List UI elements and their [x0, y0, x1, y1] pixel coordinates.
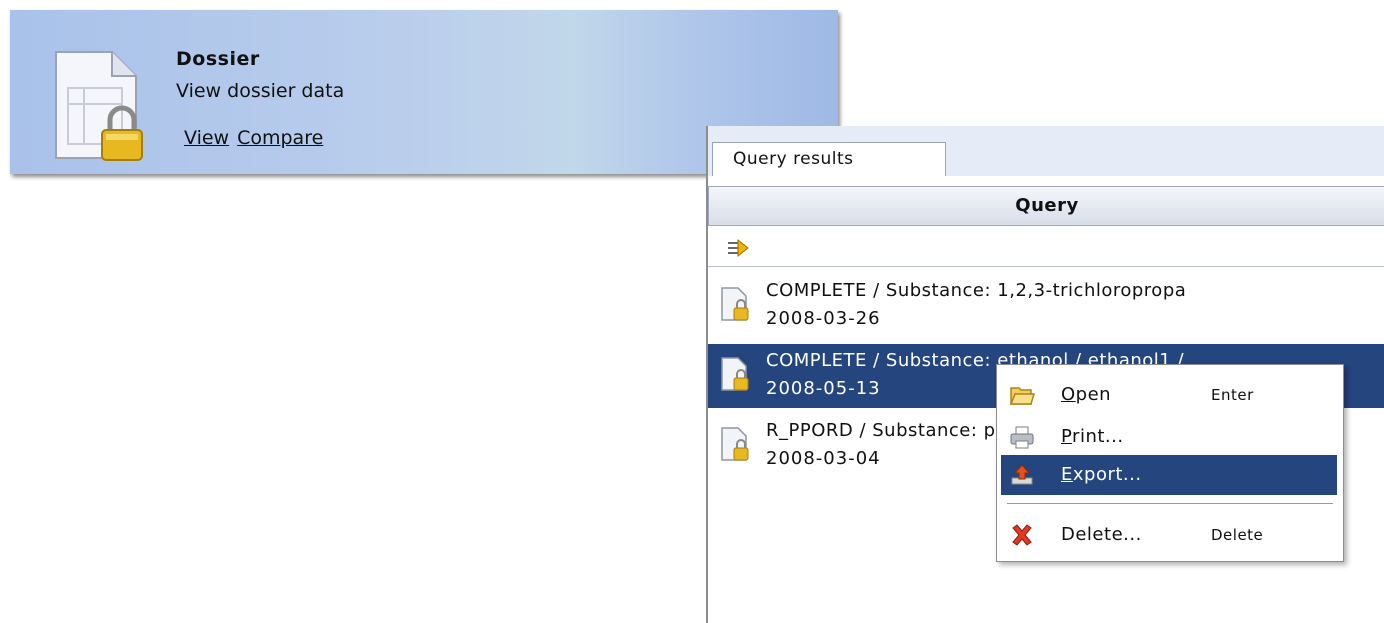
card-subtitle: View dossier data — [176, 80, 345, 102]
menu-item-label: Delete... — [1061, 524, 1142, 545]
expand-arrow-icon[interactable] — [726, 238, 750, 258]
locked-document-icon — [721, 287, 749, 321]
card-links: View Compare — [184, 127, 323, 149]
locked-document-icon — [721, 357, 749, 391]
menu-item-print[interactable]: Print... — [1001, 417, 1337, 457]
menu-item-accelerator: Delete — [1211, 526, 1264, 544]
menu-separator — [1007, 503, 1333, 505]
query-header[interactable]: Query — [708, 186, 1384, 226]
context-menu: Open Enter Print... Export... Delete... … — [996, 364, 1344, 562]
result-title: COMPLETE / Substance: 1,2,3-trichloropro… — [766, 280, 1187, 301]
result-date: 2008-05-13 — [766, 378, 881, 399]
menu-item-export[interactable]: Export... — [1001, 455, 1337, 495]
menu-item-label: Export... — [1061, 464, 1142, 485]
delete-x-icon — [1012, 524, 1032, 546]
results-toolbar — [708, 230, 1384, 267]
export-icon — [1011, 464, 1033, 485]
result-row[interactable]: COMPLETE / Substance: 1,2,3-trichloropro… — [708, 274, 1384, 338]
view-link[interactable]: View — [184, 127, 229, 149]
menu-item-label: Open — [1061, 384, 1112, 405]
locked-document-icon — [55, 51, 143, 161]
menu-item-delete[interactable]: Delete... Delete — [1001, 515, 1337, 555]
menu-item-open[interactable]: Open Enter — [1001, 375, 1337, 415]
menu-item-accelerator: Enter — [1211, 386, 1254, 404]
result-date: 2008-03-26 — [766, 308, 881, 329]
tab-bar: Query results — [708, 126, 1384, 176]
locked-document-icon — [721, 427, 749, 461]
card-title: Dossier — [176, 48, 260, 70]
folder-open-icon — [1009, 387, 1035, 405]
tab-query-results[interactable]: Query results — [712, 142, 946, 176]
compare-link[interactable]: Compare — [237, 127, 323, 149]
menu-item-label: Print... — [1061, 426, 1124, 447]
result-date: 2008-03-04 — [766, 448, 881, 469]
printer-icon — [1010, 426, 1034, 449]
